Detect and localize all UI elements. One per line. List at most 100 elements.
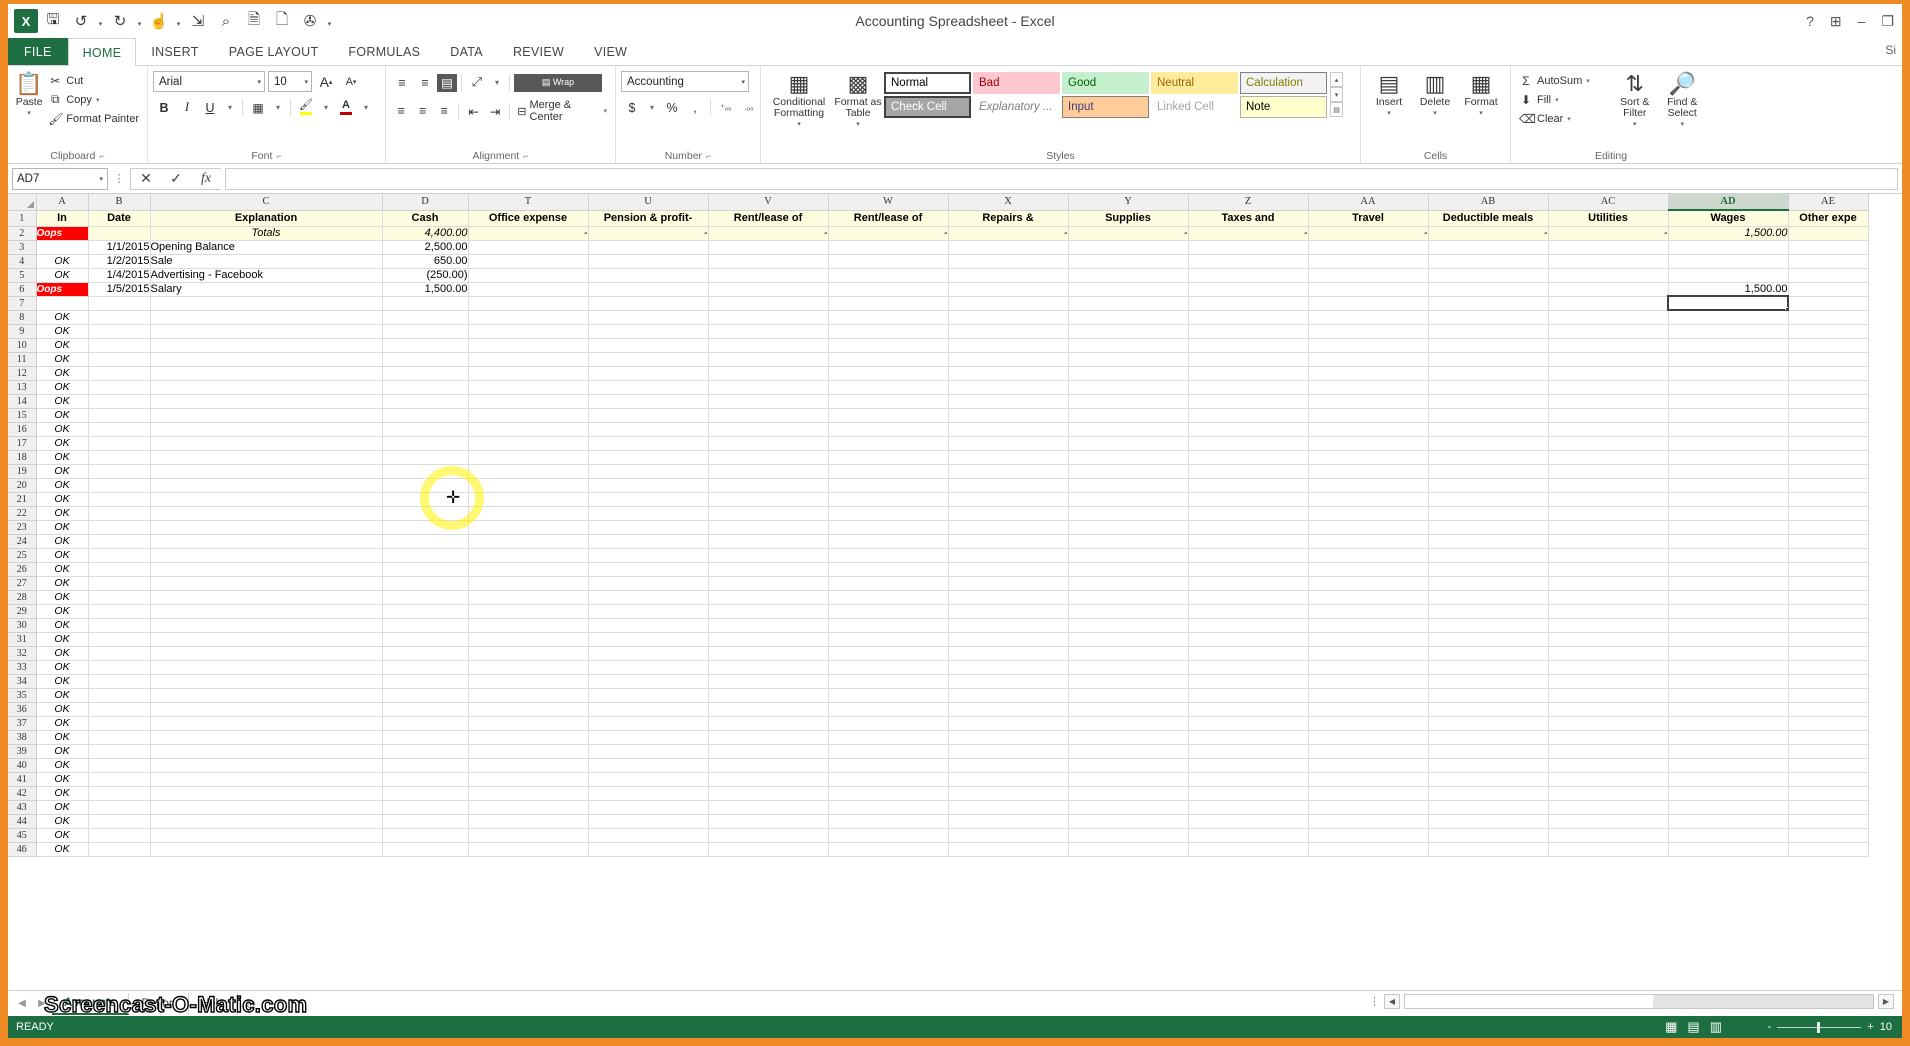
font-size-combo[interactable]: 10 ▾ [268, 71, 312, 92]
grid-cell[interactable] [1788, 674, 1869, 689]
row-header-12[interactable]: 12 [8, 366, 37, 381]
grid-cell[interactable] [1428, 618, 1549, 633]
grid-cell[interactable] [88, 520, 151, 535]
grid-cell[interactable] [948, 422, 1069, 437]
row-header-43[interactable]: 43 [8, 800, 37, 815]
grid-cell[interactable] [828, 786, 949, 801]
row-other[interactable] [1788, 282, 1869, 297]
align-bottom-icon[interactable]: ▤ [437, 73, 457, 92]
grid-cell[interactable] [948, 744, 1069, 759]
grid-cell[interactable] [588, 646, 709, 661]
grid-cell[interactable] [1188, 562, 1309, 577]
grid-cell[interactable] [828, 646, 949, 661]
grid-cell[interactable] [708, 758, 829, 773]
underline-button[interactable]: U [199, 97, 221, 118]
column-title-c[interactable]: Explanation [150, 210, 383, 227]
row-header-8[interactable]: 8 [8, 310, 37, 325]
grid-cell[interactable] [1068, 604, 1189, 619]
grid-cell[interactable] [1308, 772, 1429, 787]
grid-cell[interactable] [588, 464, 709, 479]
row-other[interactable] [1788, 240, 1869, 255]
grid-cell[interactable] [1668, 744, 1789, 759]
grid-cell[interactable] [382, 618, 469, 633]
enter-formula-icon[interactable]: ✓ [161, 169, 191, 189]
view-normal-icon[interactable]: ▦ [1665, 1019, 1677, 1035]
column-header-x[interactable]: X [948, 194, 1069, 211]
delete-dropdown-icon[interactable]: ▾ [1433, 108, 1437, 119]
grid-cell[interactable] [382, 296, 469, 311]
number-format-combo[interactable]: Accounting ▾ [621, 71, 749, 92]
grid-cell[interactable] [1308, 492, 1429, 507]
grid-cell[interactable] [1068, 450, 1189, 465]
grid-cell[interactable] [468, 534, 589, 549]
align-right-icon[interactable]: ≡ [434, 101, 454, 122]
column-header-ad[interactable]: AD [1668, 194, 1789, 211]
row-status-badge[interactable]: OK [36, 394, 89, 409]
grid-cell[interactable] [88, 646, 151, 661]
grid-cell[interactable] [1668, 422, 1789, 437]
styles-scroll-up-icon[interactable]: ▴ [1330, 72, 1343, 87]
grid-cell[interactable] [828, 814, 949, 829]
grid-cell[interactable] [708, 478, 829, 493]
row-expense-cell[interactable] [1428, 240, 1549, 255]
grid-cell[interactable] [948, 548, 1069, 563]
align-center-icon[interactable]: ≡ [412, 101, 432, 122]
grid-cell[interactable] [1188, 394, 1309, 409]
grid-cell[interactable] [1428, 436, 1549, 451]
grid-cell[interactable] [1788, 380, 1869, 395]
grid-cell[interactable] [1068, 744, 1189, 759]
grid-cell[interactable] [708, 772, 829, 787]
row-header-20[interactable]: 20 [8, 478, 37, 493]
grid-cell[interactable] [1548, 296, 1669, 311]
row-status-badge[interactable]: OK [36, 758, 89, 773]
grid-cell[interactable] [88, 296, 151, 311]
grid-cell[interactable] [1428, 674, 1549, 689]
grid-cell[interactable] [1068, 296, 1189, 311]
row-status-badge[interactable]: OK [36, 716, 89, 731]
grid-cell[interactable] [382, 702, 469, 717]
grid-cell[interactable] [1548, 380, 1669, 395]
grid-cell[interactable] [150, 828, 383, 843]
grid-cell[interactable] [1188, 674, 1309, 689]
grid-cell[interactable] [588, 422, 709, 437]
grid-cell[interactable] [1668, 576, 1789, 591]
grid-cell[interactable] [588, 604, 709, 619]
grid-cell[interactable] [1188, 814, 1309, 829]
grid-cell[interactable] [88, 576, 151, 591]
grid-cell[interactable] [1428, 408, 1549, 423]
row-status-badge[interactable]: OK [36, 310, 89, 325]
grid-cell[interactable] [828, 730, 949, 745]
grid-cell[interactable] [1788, 786, 1869, 801]
grid-cell[interactable] [1308, 632, 1429, 647]
grid-cell[interactable] [588, 772, 709, 787]
clear-button[interactable]: ⌫ Clear ▾ [1516, 109, 1611, 128]
number-dialog-launcher-icon[interactable]: ⌐ [706, 151, 711, 161]
grid-cell[interactable] [1548, 702, 1669, 717]
grid-cell[interactable] [828, 464, 949, 479]
totals-cash[interactable]: 4,400.00 [382, 226, 469, 241]
row-expense-cell[interactable] [468, 254, 589, 269]
grid-cell[interactable] [828, 366, 949, 381]
grid-cell[interactable] [1428, 380, 1549, 395]
row-status-badge[interactable]: OK [36, 576, 89, 591]
tab-file[interactable]: FILE [8, 38, 68, 65]
grid-cell[interactable] [1068, 828, 1189, 843]
grid-cell[interactable] [828, 380, 949, 395]
row-header-36[interactable]: 36 [8, 702, 37, 717]
grid-cell[interactable] [708, 436, 829, 451]
grid-cell[interactable] [948, 464, 1069, 479]
row-status-badge[interactable]: OK [36, 800, 89, 815]
grid-cell[interactable] [828, 422, 949, 437]
row-status-badge[interactable]: OK [36, 842, 89, 857]
grid-cell[interactable] [1788, 562, 1869, 577]
tab-home[interactable]: HOME [67, 38, 137, 66]
grid-cell[interactable] [150, 772, 383, 787]
grid-cell[interactable] [1428, 464, 1549, 479]
row-explanation[interactable]: Opening Balance [150, 240, 383, 255]
minimize-button[interactable]: – [1858, 13, 1866, 29]
grid-cell[interactable] [588, 324, 709, 339]
grid-cell[interactable] [468, 758, 589, 773]
grid-cell[interactable] [1548, 758, 1669, 773]
zoom-out-icon[interactable]: - [1768, 1021, 1772, 1033]
grid-cell[interactable] [468, 310, 589, 325]
